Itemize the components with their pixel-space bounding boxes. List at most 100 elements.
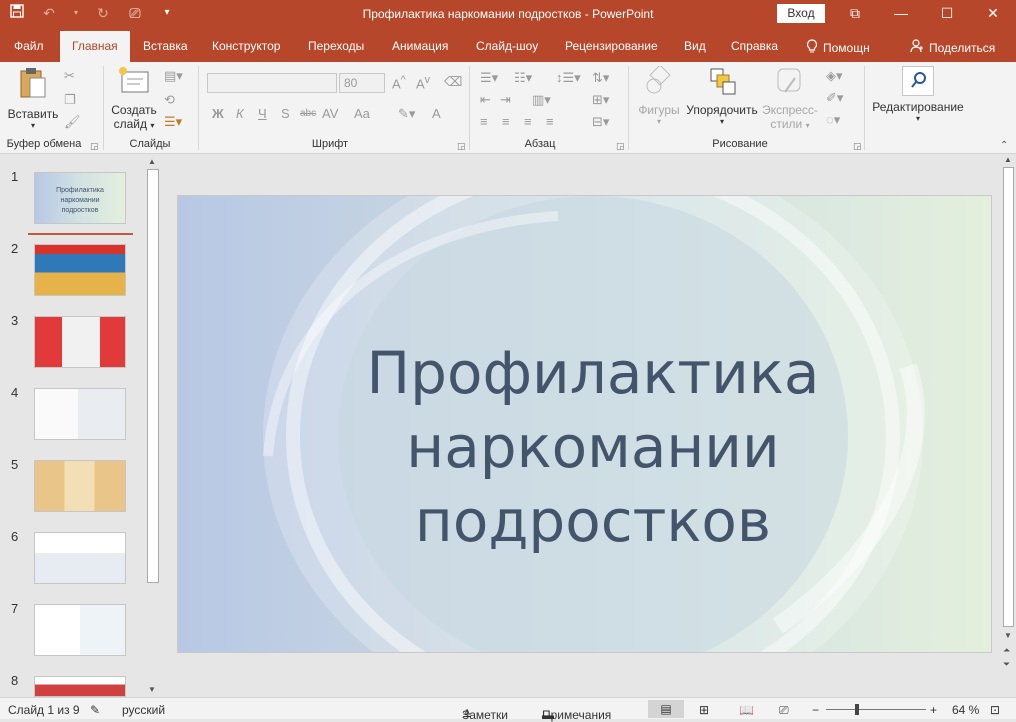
tab-transitions[interactable]: Переходы xyxy=(308,39,364,53)
font-name-field[interactable] xyxy=(207,73,337,93)
scroll-up-icon[interactable]: ▲ xyxy=(1004,155,1012,164)
slide-thumbnail[interactable] xyxy=(34,388,126,440)
scroll-down-icon[interactable]: ▼ xyxy=(148,685,156,694)
decrease-font-icon[interactable]: Av xyxy=(416,74,430,91)
layout-icon[interactable]: ▤▾ xyxy=(164,68,183,84)
tab-view[interactable]: Вид xyxy=(684,39,706,53)
sign-in-button[interactable]: Вход xyxy=(777,4,825,23)
slide-thumbnail[interactable]: Профилактика наркомании подростков xyxy=(34,172,126,224)
tab-file[interactable]: Файл xyxy=(14,39,44,53)
align-center-icon[interactable]: ≡ xyxy=(502,114,510,129)
dialog-launcher-icon[interactable]: ◲ xyxy=(90,141,99,152)
shape-fill-icon[interactable]: ◈▾ xyxy=(826,68,843,84)
font-color-button[interactable]: A xyxy=(432,106,441,121)
dialog-launcher-icon[interactable]: ◲ xyxy=(457,141,466,152)
italic-button[interactable]: К xyxy=(236,106,244,121)
change-case-button[interactable]: Aa xyxy=(354,106,370,121)
shadow-button[interactable]: S xyxy=(281,106,290,121)
justify-icon[interactable]: ≡ xyxy=(546,114,554,129)
tab-help[interactable]: Справка xyxy=(731,39,778,53)
paste-button[interactable]: Вставить ▾ xyxy=(6,66,60,130)
underline-button[interactable]: Ч xyxy=(258,106,267,121)
slide-thumbnail[interactable] xyxy=(34,460,126,512)
slide-thumbnail[interactable] xyxy=(34,532,126,584)
share-button[interactable]: Поделиться xyxy=(910,39,995,56)
normal-view-button[interactable]: ▤ xyxy=(648,700,684,718)
increase-font-icon[interactable]: A^ xyxy=(392,74,406,91)
section-icon[interactable]: ☰▾ xyxy=(164,114,182,130)
copy-icon[interactable]: ❐ xyxy=(64,92,76,108)
align-left-icon[interactable]: ≡ xyxy=(480,114,488,129)
increase-indent-icon[interactable]: ⇥ xyxy=(500,92,511,108)
slide-thumbnail[interactable] xyxy=(34,604,126,656)
tell-me-box[interactable]: Помощн xyxy=(806,39,870,57)
next-slide-icon[interactable]: ⏷ xyxy=(1003,659,1010,670)
reset-icon[interactable]: ⟲ xyxy=(164,92,175,108)
shapes-button[interactable]: Фигуры ▾ xyxy=(636,64,682,126)
tab-slideshow[interactable]: Слайд-шоу xyxy=(476,39,538,53)
new-slide-button[interactable]: Создать слайд ▾ xyxy=(108,66,160,131)
language-indicator[interactable]: русский xyxy=(122,703,165,717)
quick-styles-label-2-text: стили xyxy=(770,117,803,131)
tab-design[interactable]: Конструктор xyxy=(212,39,280,53)
minimize-icon[interactable]: — xyxy=(878,0,924,28)
slide-thumbnail[interactable] xyxy=(34,676,126,697)
format-painter-icon[interactable]: 🖌 xyxy=(64,114,81,130)
arrange-button[interactable]: Упорядочить ▾ xyxy=(684,66,760,126)
zoom-slider-thumb[interactable] xyxy=(855,704,859,715)
scroll-down-icon[interactable]: ▼ xyxy=(1004,631,1012,640)
font-size-field[interactable]: 80 xyxy=(339,73,385,93)
previous-slide-icon[interactable]: ⏶ xyxy=(1003,645,1010,656)
zoom-level[interactable]: 64 % xyxy=(952,703,979,717)
scrollbar-thumb[interactable] xyxy=(147,169,159,583)
shape-effects-icon[interactable]: ◌▾ xyxy=(826,112,840,128)
tab-review[interactable]: Рецензирование xyxy=(565,39,658,53)
text-direction-icon[interactable]: ⇅▾ xyxy=(592,70,609,86)
zoom-out-icon[interactable]: − xyxy=(812,703,819,717)
editing-button[interactable]: Редактирование ▾ xyxy=(870,66,966,123)
highlight-icon[interactable]: ✎▾ xyxy=(398,106,415,122)
current-slide[interactable]: Профилактика наркомании подростков xyxy=(177,195,992,653)
clear-formatting-icon[interactable]: ⌫ xyxy=(444,74,462,90)
collapse-ribbon-icon[interactable]: ⌃ xyxy=(1000,140,1008,151)
dialog-launcher-icon[interactable]: ◲ xyxy=(853,141,862,152)
line-spacing-icon[interactable]: ↕☰▾ xyxy=(556,70,581,86)
scrollbar-thumb[interactable] xyxy=(1003,167,1014,627)
scroll-up-icon[interactable]: ▲ xyxy=(148,157,156,166)
columns-icon[interactable]: ▥▾ xyxy=(532,92,551,108)
tab-insert[interactable]: Вставка xyxy=(143,39,188,53)
close-icon[interactable]: ✕ xyxy=(970,0,1016,28)
quick-styles-button[interactable]: Экспресс- стили ▾ xyxy=(760,66,820,131)
group-separator xyxy=(469,66,470,150)
smartart-icon[interactable]: ⊟▾ xyxy=(592,114,609,130)
align-text-icon[interactable]: ⊞▾ xyxy=(592,92,609,108)
zoom-slider[interactable] xyxy=(826,709,926,710)
fit-slide-icon[interactable]: ⊡ xyxy=(990,703,1000,717)
zoom-in-icon[interactable]: + xyxy=(930,703,937,717)
decrease-indent-icon[interactable]: ⇤ xyxy=(480,92,491,108)
editor-scrollbar[interactable]: ▲ ▼ ⏶ ⏷ xyxy=(1000,155,1016,697)
bullets-icon[interactable]: ☰▾ xyxy=(480,70,498,86)
dialog-launcher-icon[interactable]: ◲ xyxy=(616,141,625,152)
slideshow-icon[interactable]: ⎚ xyxy=(779,703,789,718)
numbering-icon[interactable]: ☷▾ xyxy=(514,70,532,86)
slide-title[interactable]: Профилактика наркомании подростков xyxy=(308,336,878,558)
spellcheck-icon[interactable]: ✎ xyxy=(90,703,100,717)
reading-view-icon[interactable]: 📖 xyxy=(739,703,754,717)
slide-thumbnail[interactable] xyxy=(34,316,126,368)
align-right-icon[interactable]: ≡ xyxy=(524,114,532,129)
character-spacing-button[interactable]: AV xyxy=(322,106,338,121)
tab-home[interactable]: Главная xyxy=(60,31,130,62)
slide-sorter-icon[interactable]: ⊞ xyxy=(699,703,709,717)
bold-button[interactable]: Ж xyxy=(212,106,224,121)
tab-animations[interactable]: Анимация xyxy=(392,39,448,53)
tell-me-label: Помощн xyxy=(823,41,870,55)
group-label-clipboard: Буфер обмена xyxy=(6,138,82,150)
shape-outline-icon[interactable]: ✐▾ xyxy=(826,90,843,106)
slide-thumbnail[interactable] xyxy=(34,244,126,296)
maximize-icon[interactable]: ☐ xyxy=(924,0,970,28)
slides-panel-scrollbar[interactable]: ▲ ▼ xyxy=(145,155,161,697)
strikethrough-button[interactable]: abc xyxy=(300,108,316,119)
cut-icon[interactable]: ✂ xyxy=(64,68,75,84)
ribbon-display-icon[interactable]: ⧉ xyxy=(832,0,878,28)
